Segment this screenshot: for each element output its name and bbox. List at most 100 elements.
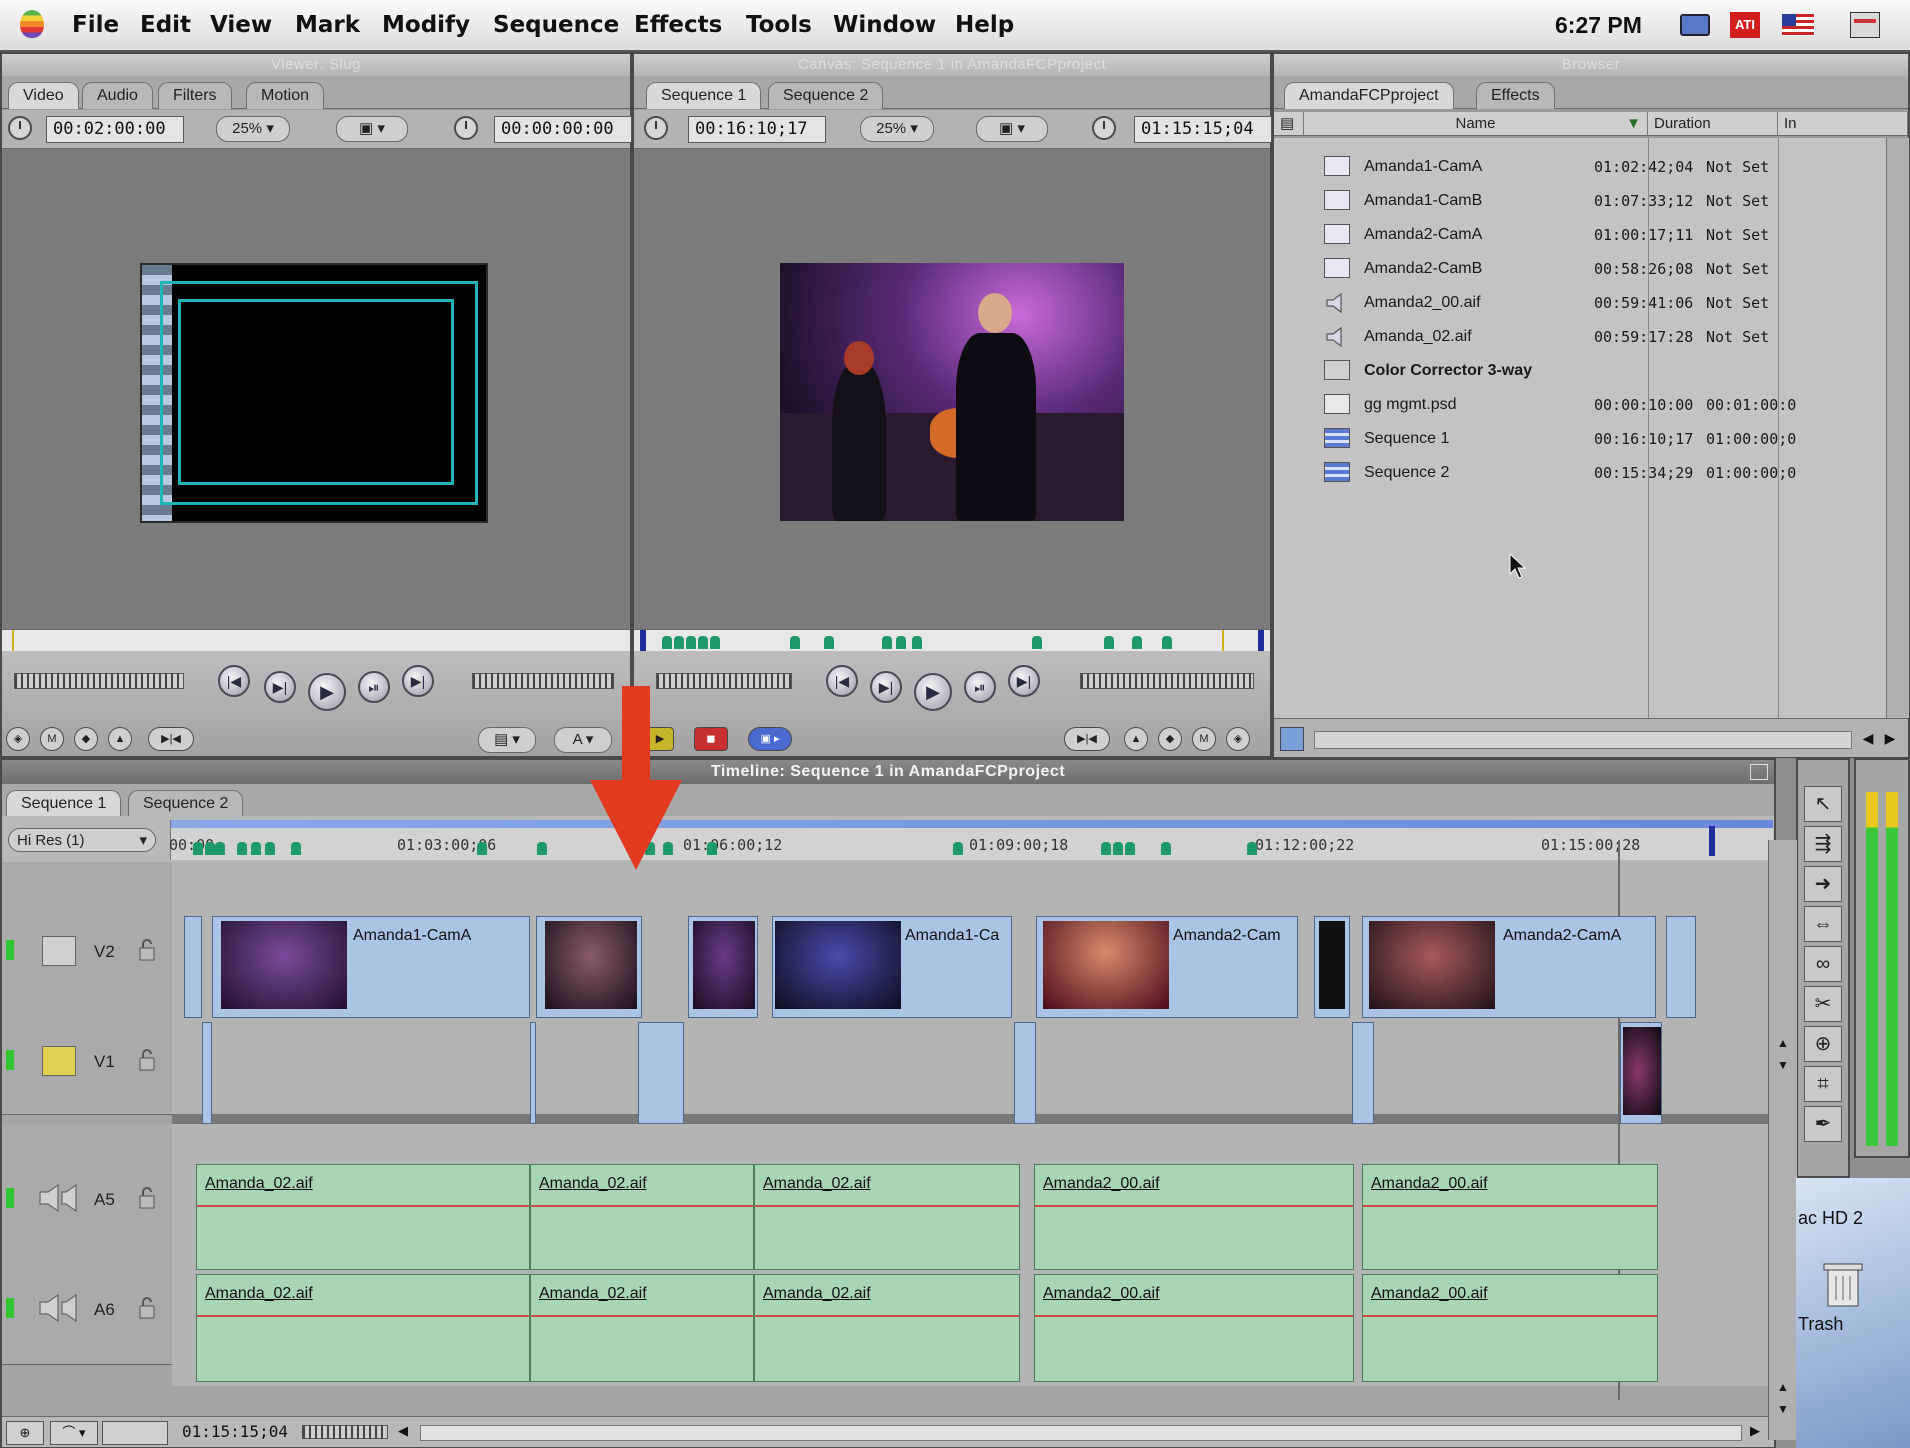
marker-icon[interactable]: [1162, 636, 1172, 649]
marker-icon[interactable]: [251, 842, 261, 855]
viewer-shuttle-slider[interactable]: [14, 673, 184, 689]
canvas-match-frame-button[interactable]: ◈: [1226, 727, 1250, 751]
browser-new-bin-icon[interactable]: [1280, 727, 1304, 751]
audio-level-line[interactable]: [755, 1315, 1019, 1317]
canvas-tab-sequence-2[interactable]: Sequence 2: [768, 82, 884, 109]
audio-clip-a5[interactable]: Amanda_02.aif: [196, 1164, 530, 1270]
audio-clip-a6[interactable]: Amanda_02.aif: [196, 1274, 530, 1382]
marker-icon[interactable]: [265, 842, 275, 855]
menu-effects[interactable]: Effects: [634, 12, 722, 38]
marker-icon[interactable]: [882, 636, 892, 649]
audio-level-line[interactable]: [1363, 1205, 1657, 1207]
browser-item-sequence-1[interactable]: Sequence 1 00:16:10;17 01:00:00;0: [1274, 422, 1874, 456]
column-in[interactable]: In: [1778, 112, 1908, 136]
canvas-overwrite-edit-button[interactable]: ◼: [694, 727, 728, 751]
track-visibility-indicator[interactable]: [6, 1050, 14, 1070]
viewer-current-timecode-field[interactable]: 00:00:00:00: [494, 116, 632, 143]
column-name[interactable]: Name ▼: [1304, 112, 1648, 136]
marker-icon[interactable]: [1161, 842, 1171, 855]
lock-icon[interactable]: [138, 1048, 156, 1072]
trash-label[interactable]: Trash: [1798, 1314, 1843, 1335]
apple-menu-icon[interactable]: [20, 10, 44, 38]
marker-icon[interactable]: [205, 842, 215, 855]
disk-icon-label[interactable]: ac HD 2: [1798, 1208, 1863, 1229]
marker-icon[interactable]: [1125, 842, 1135, 855]
canvas-add-marker-button[interactable]: ▲: [1124, 727, 1148, 751]
timeline-zoom-slider[interactable]: [302, 1425, 388, 1439]
marker-icon[interactable]: [1032, 636, 1042, 649]
render-quality-popup[interactable]: Hi Res (1) ▾: [8, 828, 156, 852]
video-clip-v2[interactable]: Amanda2-CamA: [1362, 916, 1656, 1018]
scroll-up-icon[interactable]: ▲: [1773, 1036, 1793, 1056]
video-clip-v2[interactable]: Amanda1-CamA: [212, 916, 530, 1018]
browser-item-amanda2-cama[interactable]: Amanda2-CamA 01:00:17;11 Not Set: [1274, 218, 1874, 252]
viewer-image-area[interactable]: [2, 149, 630, 629]
marker-icon[interactable]: [953, 842, 963, 855]
marker-icon[interactable]: [698, 636, 708, 649]
video-clip-v1[interactable]: [1352, 1022, 1374, 1124]
audio-level-line[interactable]: [197, 1205, 529, 1207]
audio-clip-a5[interactable]: Amanda2_00.aif: [1362, 1164, 1658, 1270]
scroll-left-icon[interactable]: ◀: [1858, 727, 1878, 749]
tab-filters[interactable]: Filters: [158, 82, 232, 109]
toggle-clip-keyframes-icon[interactable]: ⊕: [6, 1421, 44, 1445]
menu-view[interactable]: View: [210, 12, 272, 38]
browser-horizontal-scrollbar[interactable]: [1314, 731, 1852, 749]
canvas-zoom-popup[interactable]: 25% ▾: [860, 116, 934, 142]
menu-clock[interactable]: 6:27 PM: [1555, 12, 1642, 39]
timeline-tab-sequence-2[interactable]: Sequence 2: [128, 790, 244, 817]
marker-icon[interactable]: [1247, 842, 1257, 855]
lock-icon[interactable]: [138, 1186, 156, 1210]
menu-edit[interactable]: Edit: [140, 12, 191, 38]
video-clip-v1[interactable]: [638, 1022, 684, 1124]
browser-item-color-corrector[interactable]: Color Corrector 3-way: [1274, 354, 1874, 388]
track-audible-indicator[interactable]: [6, 1188, 14, 1208]
menu-mark[interactable]: Mark: [295, 12, 360, 38]
canvas-image-area[interactable]: [634, 149, 1270, 629]
marker-icon[interactable]: [710, 636, 720, 649]
viewer-duration-field[interactable]: 00:02:00:00: [46, 116, 184, 143]
browser-view-toggle-icon[interactable]: ▤: [1274, 112, 1304, 136]
lock-icon[interactable]: [138, 938, 156, 962]
video-clip-v1[interactable]: [1620, 1022, 1662, 1124]
lock-icon[interactable]: [138, 1296, 156, 1320]
audio-level-line[interactable]: [197, 1315, 529, 1317]
tab-audio[interactable]: Audio: [82, 82, 153, 109]
audio-level-line[interactable]: [755, 1205, 1019, 1207]
marker-icon[interactable]: [790, 636, 800, 649]
viewer-generators-popup[interactable]: A ▾: [554, 727, 612, 753]
target-track-icon[interactable]: [42, 936, 76, 966]
trash-icon[interactable]: [1820, 1258, 1866, 1308]
marker-icon[interactable]: [1104, 636, 1114, 649]
roll-edit-tool-icon[interactable]: ⇔: [1804, 906, 1842, 942]
monitor-icon[interactable]: [1680, 14, 1710, 36]
timeline-current-timecode[interactable]: 01:15:15;04: [182, 1422, 288, 1441]
video-clip-v1[interactable]: [530, 1022, 536, 1124]
speaker-icon[interactable]: [38, 1293, 78, 1323]
browser-item-amanda1-cama[interactable]: Amanda1-CamA 01:02:42;04 Not Set: [1274, 150, 1874, 184]
viewer-zoom-popup[interactable]: 25% ▾: [216, 116, 290, 142]
track-audible-indicator[interactable]: [6, 1298, 14, 1318]
video-clip-v2[interactable]: [536, 916, 642, 1018]
canvas-mark-in-out-button[interactable]: ▶|◀: [1064, 727, 1110, 751]
viewer-add-keyframe-button[interactable]: ◆: [74, 727, 98, 751]
timeline-titlebar[interactable]: Timeline: Sequence 1 in AmandaFCPproject: [2, 760, 1774, 784]
viewer-view-popup[interactable]: ▣ ▾: [336, 116, 408, 142]
track-height-popup[interactable]: ⌒ ▾: [50, 1421, 98, 1445]
viewer-scrubber-bar[interactable]: [2, 629, 630, 652]
audio-clip-a5[interactable]: Amanda_02.aif: [530, 1164, 754, 1270]
canvas-play-in-out-button[interactable]: ▶|: [870, 671, 902, 703]
ati-icon[interactable]: ATI: [1730, 12, 1760, 38]
scroll-up-icon[interactable]: ▲: [1773, 1380, 1793, 1400]
us-flag-icon[interactable]: [1782, 14, 1814, 36]
canvas-go-to-in-button[interactable]: |◀: [826, 665, 858, 697]
marker-icon[interactable]: [477, 842, 487, 855]
canvas-play-around-button[interactable]: ⏯: [964, 671, 996, 703]
scroll-left-icon[interactable]: ◀: [398, 1423, 412, 1441]
canvas-playhead[interactable]: [1222, 630, 1224, 652]
viewer-play-in-out-button[interactable]: ▶|: [264, 671, 296, 703]
marker-icon[interactable]: [193, 842, 203, 855]
video-clip-v2[interactable]: [184, 916, 202, 1018]
canvas-add-keyframe-button[interactable]: ◆: [1158, 727, 1182, 751]
video-clip-v2[interactable]: [688, 916, 758, 1018]
